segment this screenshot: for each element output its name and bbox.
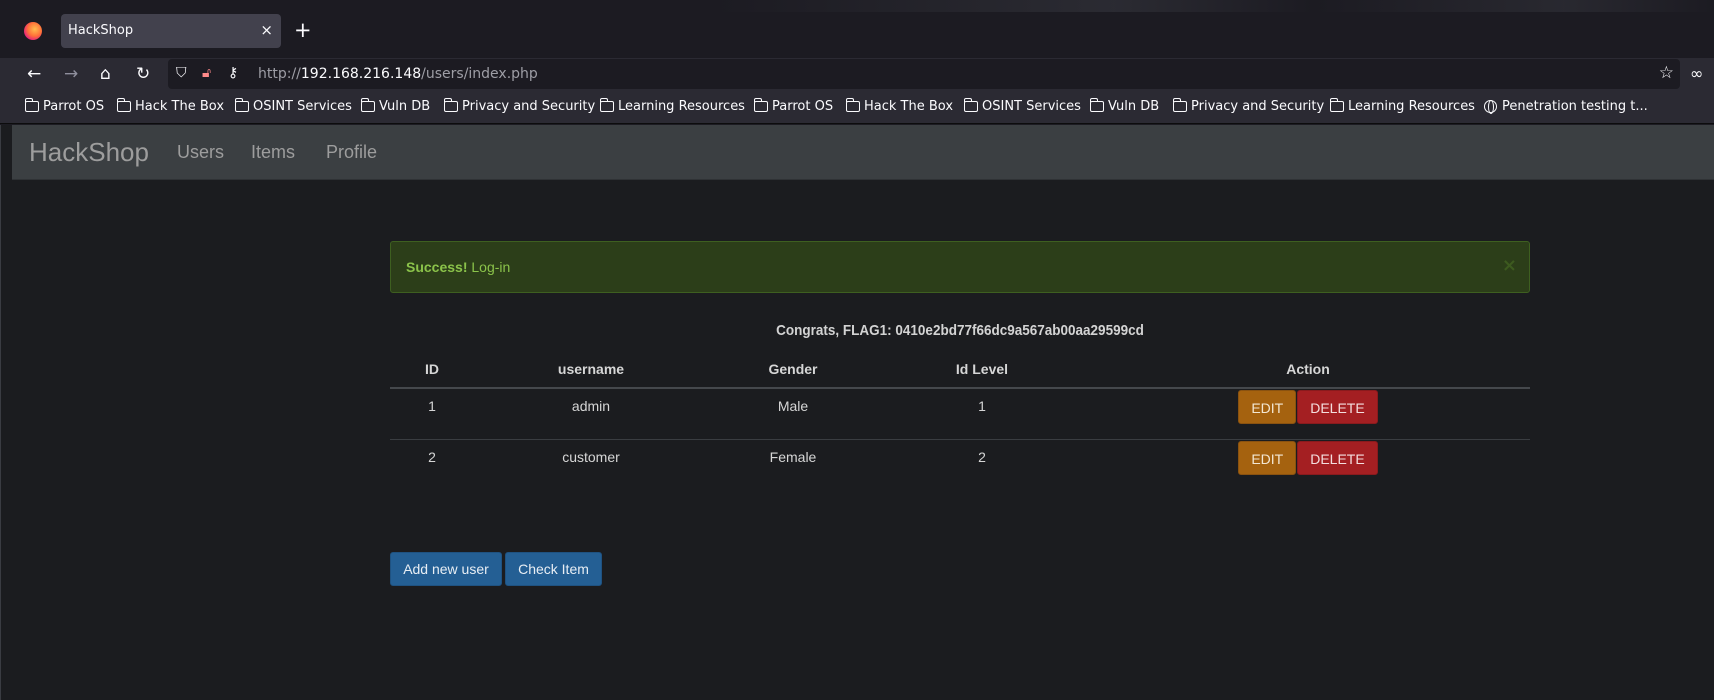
bookmark-folder[interactable]: Hack The Box [845,98,953,114]
browser-tab[interactable]: HackShop × [61,14,281,48]
globe-icon [1484,100,1497,114]
folder-icon [1172,98,1187,112]
page-content: HackShop Users Items Profile Success! Lo… [0,125,1714,700]
bookmark-folder[interactable]: Learning Resources [1329,98,1475,114]
page-edge [0,125,1,700]
nav-link-items[interactable]: Items [251,142,295,163]
tabstrip-background-art [714,0,1714,12]
bookmark-folder[interactable]: Privacy and Security [443,98,595,114]
site-brand[interactable]: HackShop [29,137,149,168]
column-header-action: Action [1086,351,1530,389]
bookmark-folder[interactable]: OSINT Services [234,98,352,114]
check-item-button[interactable]: Check Item [505,552,602,586]
delete-button[interactable]: DELETE [1297,440,1378,475]
bookmark-folder[interactable]: Vuln DB [360,98,430,114]
browser-tabstrip: HackShop × + [0,0,1714,58]
flag-heading: Congrats, FLAG1: 0410e2bd77f66dc9a567ab0… [776,322,1144,339]
key-icon[interactable]: ⚷ [228,65,238,81]
forward-arrow-icon[interactable]: → [64,64,78,84]
cell-id: 1 [428,398,436,414]
folder-icon [845,98,860,112]
success-alert: Success! Log-in × [390,241,1530,293]
bookmark-folder[interactable]: Privacy and Security [1172,98,1324,114]
bookmark-folder[interactable]: Parrot OS [753,98,833,114]
add-new-user-button[interactable]: Add new user [390,552,502,586]
bookmark-folder[interactable]: Learning Resources [599,98,745,114]
folder-icon [234,98,249,112]
site-navbar: HackShop Users Items Profile [12,125,1714,180]
folder-icon [24,98,39,112]
cell-level: 2 [878,438,1086,490]
column-header-id-level: Id Level [878,351,1086,389]
folder-icon [116,98,131,112]
bookmark-folder[interactable]: Parrot OS [24,98,104,114]
folder-icon [360,98,375,112]
column-header-gender: Gender [708,351,878,389]
cell-action: EDIT DELETE [1086,438,1530,490]
cell-username: admin [571,398,611,414]
tab-close-icon[interactable]: × [260,21,273,39]
bookmark-star-icon[interactable]: ☆ [1659,63,1674,83]
delete-button[interactable]: DELETE [1297,390,1378,424]
table-row: 1 admin Male 1 EDIT DELETE [390,388,1530,439]
shield-icon[interactable]: ⛉ [176,65,187,81]
folder-icon [963,98,978,112]
edit-button[interactable]: EDIT [1238,390,1297,424]
column-header-username: username [474,351,708,389]
insecure-lock-icon[interactable]: 🔓︎ [202,65,211,81]
cell-action: EDIT DELETE [1086,388,1530,439]
home-icon[interactable]: ⌂ [100,64,111,84]
folder-icon [443,98,458,112]
nav-link-users[interactable]: Users [177,142,224,163]
nav-link-profile[interactable]: Profile [326,142,377,163]
new-tab-icon[interactable]: + [294,18,312,42]
bookmark-folder[interactable]: Vuln DB [1089,98,1159,114]
bookmark-folder[interactable]: OSINT Services [963,98,1081,114]
table-row: 2 customer Female 2 EDIT DELETE [390,438,1530,490]
private-mask-icon[interactable]: ∞ [1690,64,1703,83]
folder-icon [1329,98,1344,112]
browser-navbar: ← → ⌂ ↻ ⛉ 🔓︎ ⚷ http://192.168.216.148/us… [0,58,1714,90]
alert-text: Success! Log-in [406,259,510,275]
alert-strong: Success! [406,259,468,275]
folder-icon [753,98,768,112]
tab-title: HackShop [68,23,134,38]
bookmark-folder[interactable]: Hack The Box [116,98,224,114]
firefox-menu-icon[interactable] [24,22,42,40]
bookmark-link[interactable]: Penetration testing t... [1484,99,1648,114]
folder-icon [1089,98,1104,112]
reload-icon[interactable]: ↻ [136,64,150,84]
alert-message: Log-in [471,259,511,275]
cell-level: 1 [978,398,986,414]
cell-gender: Male [777,398,809,414]
users-table: ID username Gender Id Level Action 1 adm… [390,351,1530,490]
folder-icon [599,98,614,112]
bookmarks-toolbar: Parrot OS Hack The Box OSINT Services Vu… [0,90,1714,124]
url-bar[interactable]: ⛉ 🔓︎ ⚷ http://192.168.216.148/users/inde… [168,59,1680,89]
back-arrow-icon[interactable]: ← [27,64,41,84]
alert-close-icon[interactable]: × [1502,255,1517,276]
cell-username: customer [474,438,708,490]
edit-button[interactable]: EDIT [1238,440,1297,475]
cell-gender: Female [708,438,878,490]
table-header-row: ID username Gender Id Level Action [390,351,1530,389]
cell-id: 2 [390,438,474,490]
column-header-id: ID [390,351,474,389]
url-text[interactable]: http://192.168.216.148/users/index.php [258,66,538,82]
